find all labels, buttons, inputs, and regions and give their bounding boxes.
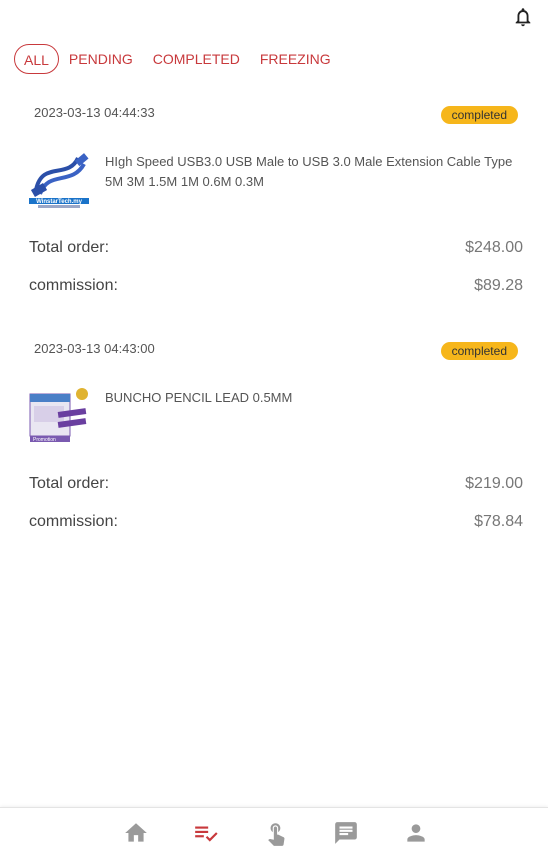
commission-row: commission: $78.84	[29, 513, 523, 535]
total-order-label: Total order:	[29, 475, 110, 492]
product-name: HIgh Speed USB3.0 USB Male to USB 3.0 Ma…	[105, 154, 513, 189]
order-card[interactable]: 2023-03-13 04:43:00 completed Promotion …	[0, 332, 548, 568]
total-order-label: Total order:	[29, 239, 110, 256]
order-status-tabs: ALL PENDING COMPLETED FREEZING	[14, 44, 341, 74]
status-badge: completed	[440, 106, 518, 124]
commission-value: $89.28	[474, 277, 523, 294]
product-image-pencil-lead: Promotion	[28, 386, 90, 448]
tab-freezing[interactable]: FREEZING	[250, 44, 341, 74]
tab-pending[interactable]: PENDING	[59, 44, 143, 74]
chat-icon[interactable]	[333, 820, 359, 846]
total-order-value: $248.00	[465, 239, 523, 256]
image-caption: WinstarTech.my	[36, 199, 83, 205]
commission-row: commission: $89.28	[29, 277, 523, 299]
order-date: 2023-03-13 04:44:33	[34, 105, 155, 120]
notification-bell-icon[interactable]	[512, 6, 534, 28]
tab-all[interactable]: ALL	[14, 44, 59, 74]
total-order-row: Total order: $248.00	[29, 239, 523, 261]
profile-icon[interactable]	[403, 820, 429, 846]
product-image-usb-cable: WinstarTech.my	[28, 150, 90, 212]
order-list-icon[interactable]	[193, 820, 219, 846]
home-icon[interactable]	[123, 820, 149, 846]
status-badge: completed	[440, 342, 518, 360]
tap-grab-icon[interactable]	[263, 820, 289, 846]
total-order-value: $219.00	[465, 475, 523, 492]
commission-label: commission:	[29, 513, 118, 530]
order-list: 2023-03-13 04:44:33 completed WinstarTec…	[0, 96, 548, 568]
order-date: 2023-03-13 04:43:00	[34, 341, 155, 356]
bottom-navigation	[0, 807, 548, 855]
order-card[interactable]: 2023-03-13 04:44:33 completed WinstarTec…	[0, 96, 548, 332]
top-bar	[0, 0, 548, 34]
commission-label: commission:	[29, 277, 118, 294]
image-caption: Promotion	[33, 437, 56, 443]
tab-completed[interactable]: COMPLETED	[143, 44, 250, 74]
total-order-row: Total order: $219.00	[29, 475, 523, 497]
product-name: BUNCHO PENCIL LEAD 0.5MM	[105, 390, 293, 405]
commission-value: $78.84	[474, 513, 523, 530]
